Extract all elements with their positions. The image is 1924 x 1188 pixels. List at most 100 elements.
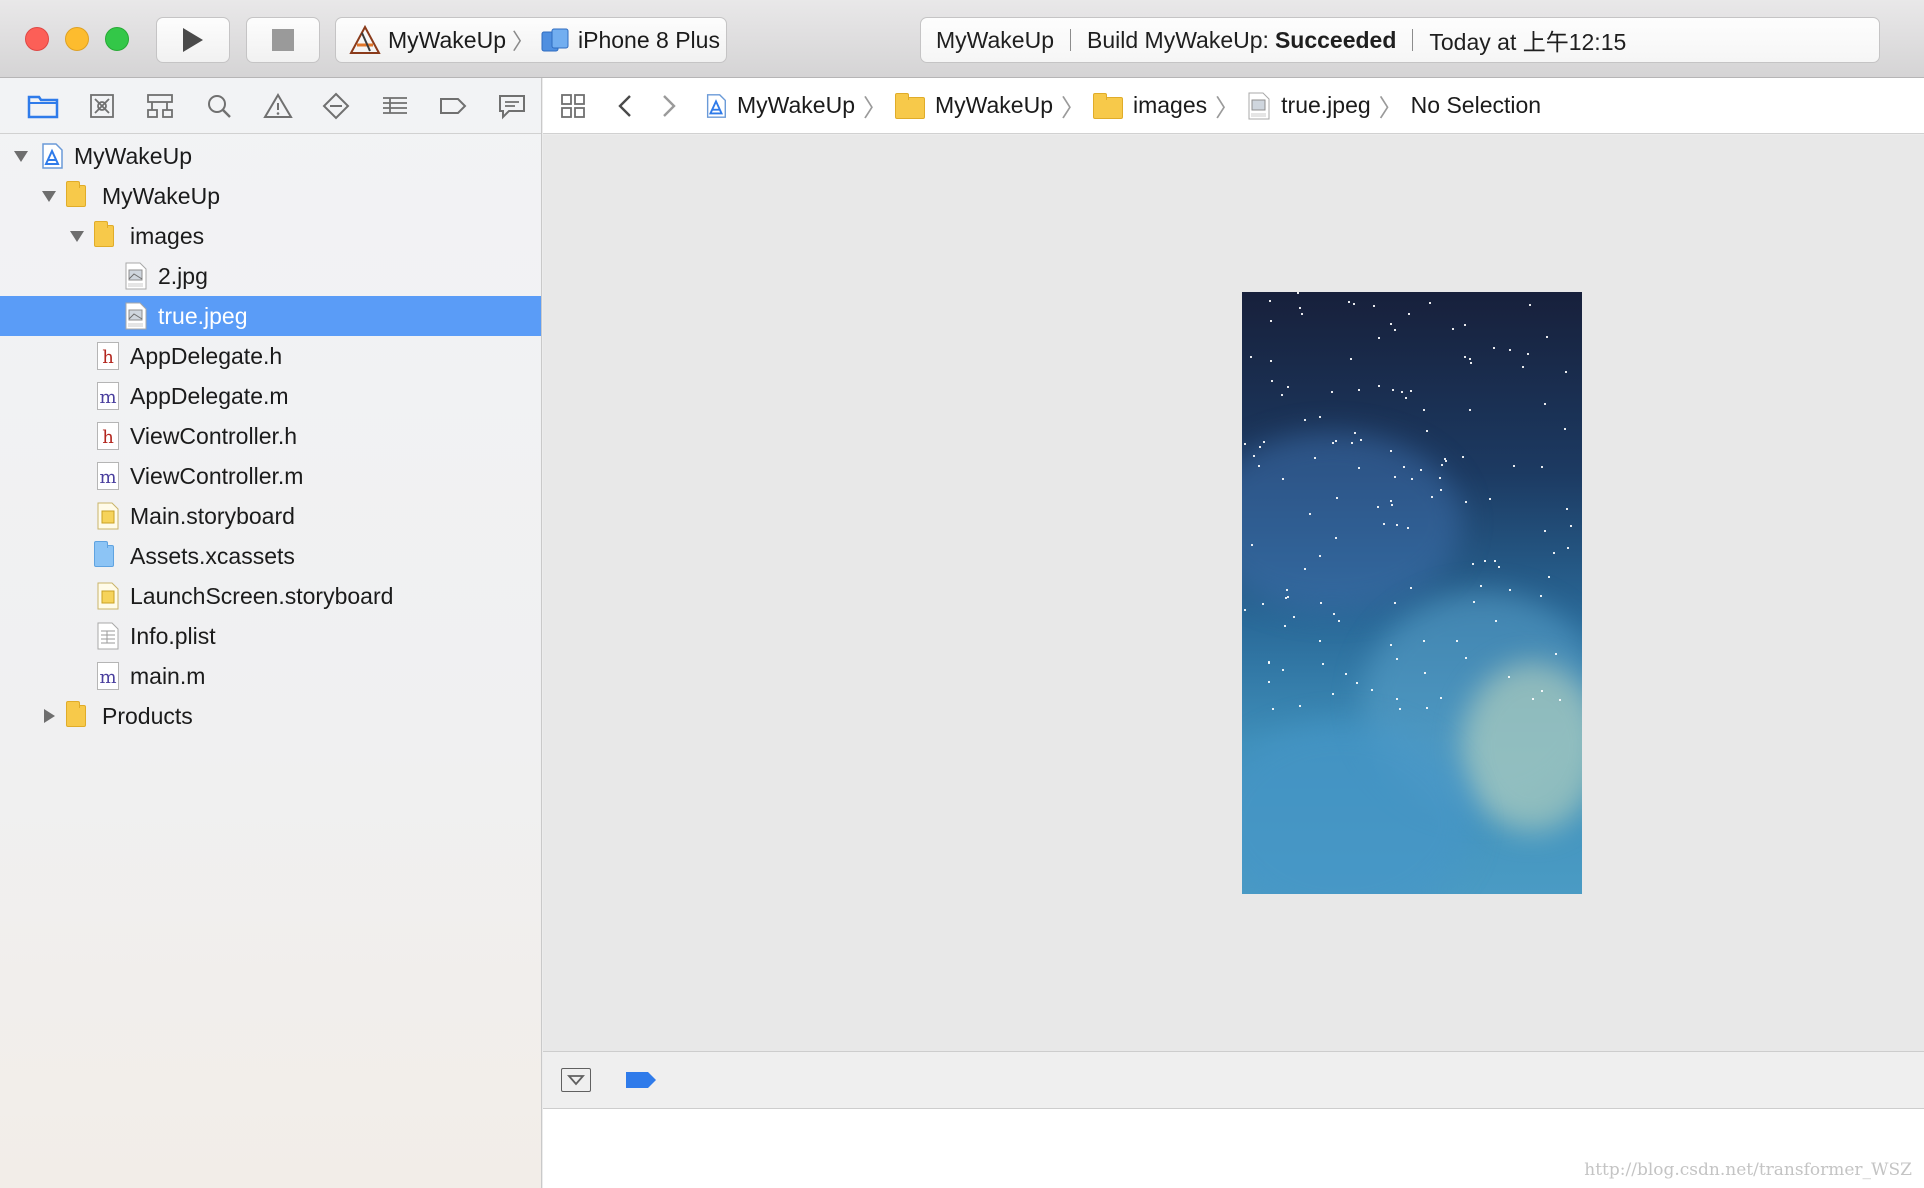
file-tree-row[interactable]: Info.plist (0, 616, 541, 656)
file-tree-label: AppDelegate.m (130, 382, 289, 409)
chevron-right-icon: 〉 (1378, 95, 1403, 122)
triangle-down-icon (567, 1075, 585, 1086)
activity-viewer: MyWakeUp Build MyWakeUp: Succeeded Today… (920, 17, 1880, 63)
file-tree-label: ViewController.m (130, 462, 304, 489)
tab-find-navigator[interactable] (190, 86, 249, 126)
breadcrumb-label: images (1133, 92, 1208, 118)
xcode-app-icon (349, 25, 381, 54)
disclosure-open-icon[interactable] (12, 147, 30, 165)
disclosure-closed-icon[interactable] (40, 707, 58, 725)
file-tree-label: AppDelegate.h (130, 342, 283, 369)
breakpoint-active-icon (626, 1072, 656, 1088)
breadcrumb-item[interactable]: images (1093, 92, 1207, 119)
file-tree-label: LaunchScreen.storyboard (130, 582, 394, 609)
file-tree: MyWakeUp MyWakeUp images 2.jpg true.jpeg h App… (0, 134, 541, 736)
jpeg-file-icon (1248, 92, 1270, 119)
storyboard-file-icon (97, 582, 119, 610)
chevron-left-icon (618, 94, 631, 117)
file-tree-row[interactable]: MyWakeUp (0, 136, 541, 176)
file-tree-label: Main.storyboard (130, 502, 295, 529)
zoom-window-button[interactable] (105, 27, 129, 51)
breakpoints-toggle[interactable] (625, 1070, 657, 1095)
related-items-button[interactable] (543, 92, 603, 120)
file-tree-label: images (130, 222, 205, 249)
file-tree-label: Assets.xcassets (130, 542, 295, 569)
run-button[interactable] (156, 17, 230, 63)
folder-icon (66, 701, 86, 727)
source-control-icon (89, 93, 114, 118)
minimize-window-button[interactable] (65, 27, 89, 51)
breadcrumb-item[interactable]: MyWakeUp (895, 92, 1053, 119)
debug-list-icon (382, 96, 407, 114)
folder-icon (1093, 92, 1123, 119)
chevron-right-icon: 〉 (863, 95, 887, 122)
file-tree-label: Products (102, 702, 193, 729)
close-window-button[interactable] (25, 27, 49, 51)
build-time: Today at 上午12:15 (1429, 29, 1627, 55)
scheme-name: MyWakeUp (388, 26, 506, 53)
search-icon (207, 94, 231, 118)
file-tree-row[interactable]: m ViewController.m (0, 456, 541, 496)
device-name: iPhone 8 Plus (578, 26, 720, 53)
file-tree-row[interactable]: h AppDelegate.h (0, 336, 541, 376)
project-navigator-pane: MyWakeUp MyWakeUp images 2.jpg true.jpeg h App… (0, 78, 542, 1188)
scheme-selector[interactable]: MyWakeUp 〉 iPhone 8 Plus (335, 17, 727, 63)
watermark: http://blog.csdn.net/transformer_WSZ (1584, 1160, 1912, 1180)
file-tree-label: MyWakeUp (74, 142, 192, 169)
build-status: Succeeded (1274, 26, 1397, 53)
tab-test-navigator[interactable] (307, 86, 366, 126)
navigator-selector-bar (0, 78, 541, 134)
console-area[interactable]: http://blog.csdn.net/transformer_WSZ (543, 1109, 1924, 1188)
tab-project-navigator[interactable] (14, 86, 73, 126)
warning-icon (262, 92, 293, 118)
divider (1070, 29, 1071, 51)
file-tree-row[interactable]: MyWakeUp (0, 176, 541, 216)
file-tree-label: main.m (130, 662, 206, 689)
file-tree-label: ViewController.h (130, 422, 298, 449)
file-tree-row[interactable]: m AppDelegate.m (0, 376, 541, 416)
disclosure-open-icon[interactable] (68, 227, 86, 245)
test-diamond-icon (322, 92, 350, 119)
file-tree-row[interactable]: 2.jpg (0, 256, 541, 296)
file-tree-row[interactable]: true.jpeg (0, 296, 541, 336)
tab-symbol-navigator[interactable] (131, 86, 190, 126)
tab-debug-navigator[interactable] (365, 86, 424, 126)
breadcrumb-item[interactable]: MyWakeUp (703, 92, 855, 120)
chevron-right-icon: 〉 (1215, 95, 1240, 122)
jpeg-file-icon (125, 302, 147, 330)
source-file-icon: m (97, 662, 119, 690)
file-tree-row[interactable]: Main.storyboard (0, 496, 541, 536)
breadcrumb: MyWakeUp 〉 MyWakeUp 〉 images 〉 true.jpeg 〉 No Se… (703, 88, 1541, 123)
file-tree-row[interactable]: LaunchScreen.storyboard (0, 576, 541, 616)
tab-report-navigator[interactable] (483, 86, 542, 126)
tab-source-control-navigator[interactable] (73, 86, 132, 126)
breakpoint-icon (440, 97, 467, 114)
disclosure-open-icon[interactable] (40, 187, 58, 205)
breadcrumb-item[interactable]: true.jpeg (1247, 92, 1371, 120)
window-toolbar: MyWakeUp 〉 iPhone 8 Plus MyWakeUp Build … (0, 0, 1924, 78)
file-tree-label: MyWakeUp (102, 182, 220, 209)
tab-breakpoint-navigator[interactable] (424, 86, 483, 126)
file-tree-row[interactable]: images (0, 216, 541, 256)
header-file-icon: h (97, 422, 119, 450)
image-preview[interactable] (1242, 292, 1582, 894)
breadcrumb-item[interactable]: No Selection (1411, 92, 1541, 119)
file-tree-row[interactable]: Products (0, 696, 541, 736)
file-tree-row[interactable]: m main.m (0, 656, 541, 696)
folder-icon (895, 92, 925, 119)
folder-icon (66, 181, 86, 207)
breadcrumb-label: true.jpeg (1281, 92, 1371, 118)
file-tree-label: Info.plist (130, 622, 216, 649)
debug-bar (543, 1051, 1924, 1109)
hide-debug-area-button[interactable] (561, 1068, 591, 1092)
stop-button[interactable] (246, 17, 320, 63)
asset-catalog-icon (94, 541, 114, 567)
project-icon (42, 143, 63, 169)
tab-issue-navigator[interactable] (248, 86, 307, 126)
file-tree-row[interactable]: Assets.xcassets (0, 536, 541, 576)
forward-button[interactable] (647, 93, 691, 119)
back-button[interactable] (603, 93, 647, 119)
file-tree-row[interactable]: h ViewController.h (0, 416, 541, 456)
source-file-icon: m (97, 462, 119, 490)
activity-project: MyWakeUp (936, 26, 1054, 53)
